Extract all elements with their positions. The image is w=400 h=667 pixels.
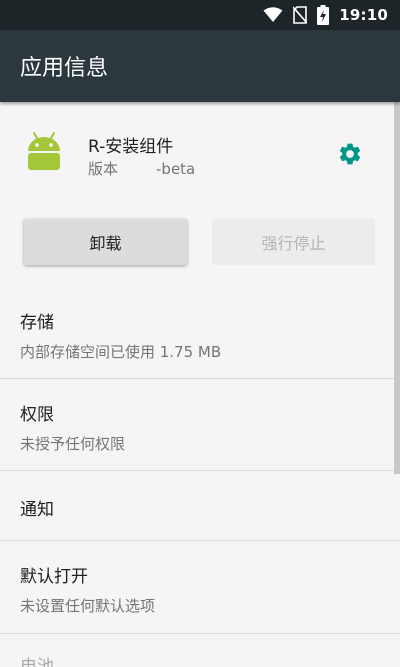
uninstall-button[interactable]: 卸载 — [24, 219, 187, 265]
storage-title: 存储 — [20, 313, 54, 333]
notifications-title: 通知 — [20, 500, 54, 520]
storage-item[interactable]: 存储 内部存储空间已使用 1.75 MB — [0, 308, 400, 362]
status-time: 19:10 — [339, 6, 388, 24]
version-suffix: -beta — [156, 160, 196, 178]
divider — [0, 378, 400, 379]
battery-item[interactable]: 电池 — [0, 652, 400, 667]
page-title: 应用信息 — [20, 56, 109, 81]
permissions-item[interactable]: 权限 未授予任何权限 — [0, 400, 400, 454]
open-by-default-title: 默认打开 — [20, 567, 88, 587]
android-icon — [22, 130, 66, 174]
no-sim-icon — [293, 6, 308, 24]
gear-icon — [339, 143, 361, 165]
battery-title: 电池 — [20, 657, 54, 667]
divider — [0, 470, 400, 471]
app-info-content: R-安装组件 版本 -beta 卸载 强行停止 存储 内部存储空间已使用 1.75… — [0, 102, 400, 667]
app-header: R-安装组件 版本 -beta — [0, 102, 400, 202]
divider — [0, 633, 400, 634]
version-prefix: 版本 — [88, 160, 119, 178]
battery-charging-icon — [317, 5, 330, 25]
permissions-subtitle: 未授予任何权限 — [20, 435, 126, 453]
force-stop-button: 强行停止 — [212, 219, 375, 265]
app-bar: 应用信息 — [0, 30, 400, 102]
storage-subtitle: 内部存储空间已使用 1.75 MB — [20, 343, 222, 361]
notifications-item[interactable]: 通知 — [0, 495, 400, 520]
status-bar: 19:10 — [0, 0, 400, 30]
wifi-icon — [263, 7, 283, 23]
app-name: R-安装组件 — [88, 137, 174, 157]
open-by-default-item[interactable]: 默认打开 未设置任何默认选项 — [0, 562, 400, 616]
scrollbar[interactable] — [394, 102, 400, 474]
app-version: 版本 -beta — [88, 158, 195, 179]
permissions-title: 权限 — [20, 405, 54, 425]
settings-gear-button[interactable] — [334, 138, 366, 170]
divider — [0, 540, 400, 541]
open-by-default-subtitle: 未设置任何默认选项 — [20, 597, 156, 615]
